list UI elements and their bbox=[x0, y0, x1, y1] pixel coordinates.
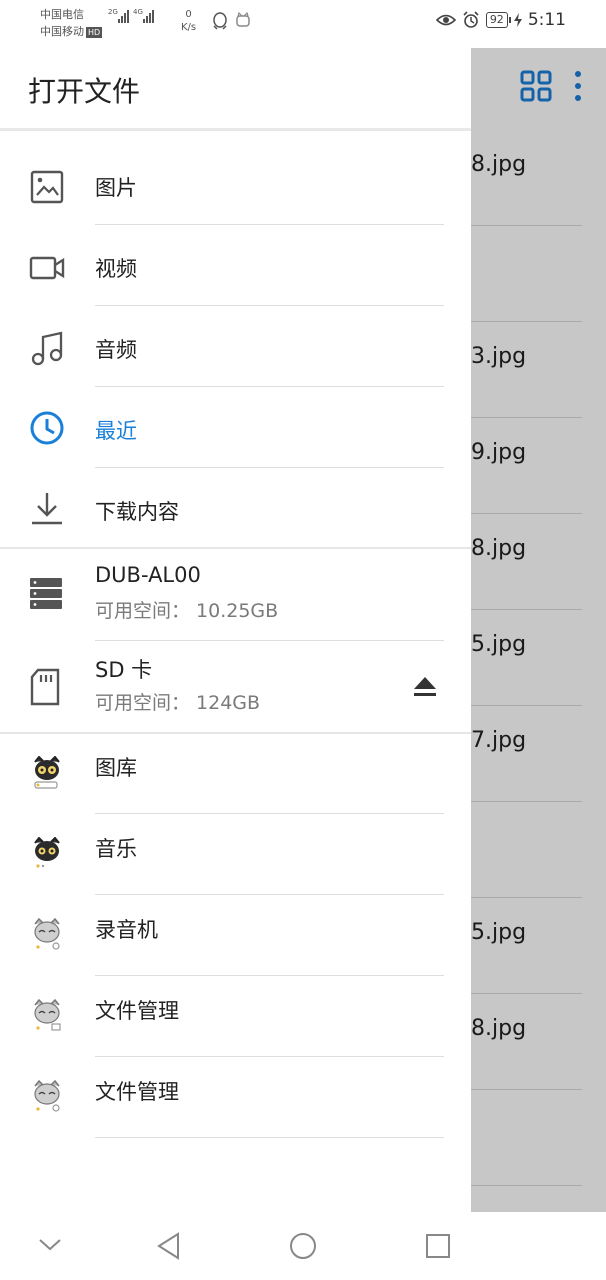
speed-value: 0 bbox=[185, 9, 192, 20]
drawer-item-audio[interactable]: 音频 bbox=[0, 322, 471, 402]
app-item-gallery[interactable]: 图库 bbox=[0, 736, 471, 816]
home-icon[interactable] bbox=[289, 1232, 317, 1260]
storage-name: DUB-AL00 bbox=[95, 563, 201, 587]
qq-icon bbox=[213, 12, 227, 30]
signal-icon: 4G bbox=[133, 8, 154, 23]
navigation-drawer: 打开文件 图片 视频 音频 最近 下载内容 DUB-AL00 可用空间： 10.… bbox=[0, 48, 471, 1212]
image-icon bbox=[30, 170, 64, 204]
drawer-item-label: 图片 bbox=[95, 176, 137, 200]
battery-indicator: 92 bbox=[485, 12, 511, 28]
app-item-file-manager[interactable]: 文件管理 bbox=[0, 979, 471, 1059]
app-label: 文件管理 bbox=[95, 999, 179, 1023]
eject-icon[interactable] bbox=[412, 674, 438, 700]
cat-app-icon bbox=[34, 837, 60, 868]
music-note-icon bbox=[31, 331, 63, 366]
cat-app-icon bbox=[34, 999, 61, 1031]
drawer-item-label: 下载内容 bbox=[95, 500, 179, 524]
net-type-1: 2G bbox=[108, 8, 118, 16]
drawer-header: 打开文件 bbox=[0, 48, 471, 131]
speed-unit: K/s bbox=[181, 22, 197, 33]
alarm-icon bbox=[463, 11, 479, 28]
hd-badge: HD bbox=[86, 26, 103, 38]
drawer-item-videos[interactable]: 视频 bbox=[0, 241, 471, 321]
net-type-2: 4G bbox=[133, 8, 143, 16]
storage-name: SD 卡 bbox=[95, 658, 153, 682]
storage-sd-card[interactable]: SD 卡 可用空间： 124GB bbox=[0, 644, 471, 734]
recents-icon[interactable] bbox=[425, 1233, 451, 1259]
sd-card-icon bbox=[30, 668, 60, 706]
charging-icon bbox=[513, 13, 522, 27]
status-right: 92 5:11 bbox=[435, 10, 566, 30]
clock: 5:11 bbox=[527, 10, 566, 30]
app-item-recorder[interactable]: 录音机 bbox=[0, 898, 471, 978]
cat-app-icon bbox=[34, 1080, 60, 1112]
eye-icon bbox=[435, 14, 456, 26]
download-icon bbox=[32, 493, 62, 525]
signal-group: 2G 4G bbox=[108, 8, 154, 23]
storage-free-space: 可用空间： 10.25GB bbox=[95, 600, 279, 622]
clock-icon bbox=[30, 411, 64, 445]
drawer-item-label: 视频 bbox=[95, 257, 137, 281]
signal-icon: 2G bbox=[108, 8, 129, 23]
system-nav-bar bbox=[0, 1212, 606, 1280]
cat-app-icon bbox=[236, 12, 250, 27]
drawer-item-recent[interactable]: 最近 bbox=[0, 403, 471, 483]
app-label: 录音机 bbox=[95, 918, 158, 942]
app-item-file-manager[interactable]: 文件管理 bbox=[0, 1060, 471, 1140]
status-bar: 中国电信 中国移动 HD 2G 4G 0 K/s 92 5:11 bbox=[0, 0, 606, 48]
back-icon[interactable] bbox=[156, 1232, 182, 1260]
video-icon bbox=[29, 256, 65, 280]
storage-internal[interactable]: DUB-AL00 可用空间： 10.25GB bbox=[0, 551, 471, 641]
app-label: 图库 bbox=[95, 756, 137, 780]
app-item-music[interactable]: 音乐 bbox=[0, 817, 471, 897]
carrier-info: 中国电信 中国移动 HD bbox=[40, 6, 103, 40]
network-speed: 0 K/s bbox=[181, 8, 196, 34]
storage-icon bbox=[30, 578, 62, 609]
drawer-title: 打开文件 bbox=[28, 75, 141, 108]
app-label: 文件管理 bbox=[95, 1080, 179, 1104]
drawer-item-label: 最近 bbox=[95, 419, 137, 443]
app-label: 音乐 bbox=[95, 837, 137, 861]
carrier-2: 中国移动 bbox=[40, 25, 84, 38]
drawer-item-images[interactable]: 图片 bbox=[0, 160, 471, 240]
storage-free-space: 可用空间： 124GB bbox=[95, 692, 261, 714]
cat-app-icon bbox=[34, 918, 60, 950]
cat-app-icon bbox=[34, 756, 60, 789]
drawer-item-label: 音频 bbox=[95, 338, 137, 362]
carrier-1: 中国电信 bbox=[40, 8, 84, 21]
chevron-down-icon[interactable] bbox=[38, 1238, 62, 1252]
